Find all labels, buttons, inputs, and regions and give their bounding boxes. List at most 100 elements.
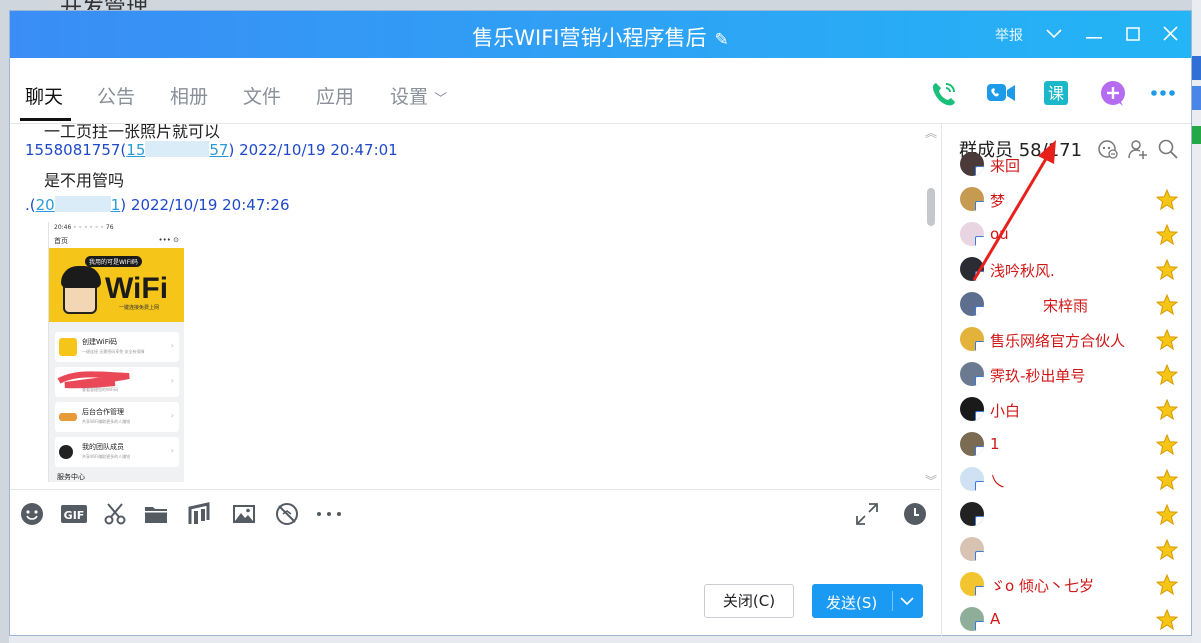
scroll-up-icon[interactable]: ︽ <box>925 124 937 141</box>
music-icon[interactable] <box>187 502 211 526</box>
member-item[interactable] <box>942 497 1193 532</box>
member-item[interactable]: A <box>942 602 1193 636</box>
video-call-icon[interactable] <box>986 80 1015 106</box>
avatar[interactable] <box>960 152 984 176</box>
avatar[interactable] <box>960 222 984 246</box>
close-button[interactable]: 关闭(C) <box>704 584 794 618</box>
sender-number-link[interactable]: 15 57 <box>126 141 228 159</box>
group-chat-window: 售乐WIFI营销小程序售后 ✎ 举报 聊天 公告 相册 文件 应用 设置 ﹀ 课 <box>9 10 1192 636</box>
screenshot-card: 后台合作管理 共享WiFi赚取更多的人赚钱 › <box>55 402 179 432</box>
tab-album[interactable]: 相册 <box>170 82 208 109</box>
member-name: 霁玖-秒出单号 <box>990 367 1086 385</box>
member-item[interactable]: 售乐网络官方合伙人 <box>942 322 1193 357</box>
expand-input-icon[interactable] <box>855 502 879 526</box>
minimize-icon[interactable] <box>1080 20 1108 48</box>
more-tools-icon[interactable] <box>315 502 343 526</box>
course-icon[interactable]: 课 <box>1043 80 1069 106</box>
avatar[interactable] <box>960 327 984 351</box>
member-item[interactable]: 梦 <box>942 182 1193 217</box>
chevron-down-icon: ﹀ <box>434 92 448 107</box>
title-bar: 售乐WIFI营销小程序售后 ✎ 举报 <box>10 11 1191 58</box>
avatar[interactable] <box>960 397 984 421</box>
folder-icon[interactable] <box>144 502 168 526</box>
scroll-down-icon[interactable]: ︾ <box>925 472 937 489</box>
chat-messages[interactable]: 一工页拄一张照片就可以 1558081757(15 57) 2022/10/19 … <box>10 124 940 489</box>
avatar[interactable] <box>960 537 984 561</box>
admin-star-icon <box>1155 223 1179 246</box>
avatar[interactable] <box>960 607 984 631</box>
member-item[interactable]: 浅吟秋风. <box>942 252 1193 287</box>
member-item[interactable]: ゞo 倾心丶七岁 <box>942 567 1193 602</box>
member-item[interactable]: 1 <box>942 427 1193 462</box>
emoji-icon[interactable] <box>20 502 44 526</box>
mobile-device-icon <box>975 446 984 456</box>
screenshot-card: 查看管理您的WiFi码 › <box>55 367 179 397</box>
add-app-icon[interactable] <box>1099 80 1125 106</box>
redacted-block <box>54 196 111 212</box>
message-timestamp: 2022/10/19 20:47:01 <box>239 141 398 159</box>
member-item[interactable] <box>942 532 1193 567</box>
chevron-down-icon[interactable] <box>1040 20 1068 48</box>
report-button[interactable]: 举报 <box>995 25 1023 45</box>
banner-tag: 我用的可是WIFI码 <box>85 256 142 267</box>
gif-icon[interactable]: GIF <box>60 502 88 526</box>
screenshot-statusbar: 20:46 ◦ ◦ ◦ ◦ ◦ ◦ 76 <box>49 222 184 234</box>
no-disturb-icon[interactable] <box>275 502 299 526</box>
tab-announcement[interactable]: 公告 <box>97 82 135 109</box>
avatar[interactable] <box>960 292 984 316</box>
history-clock-icon[interactable] <box>903 502 927 526</box>
admin-star-icon <box>1155 538 1179 561</box>
member-name: 售乐网络官方合伙人 <box>990 332 1126 350</box>
close-window-icon[interactable] <box>1156 20 1184 48</box>
tab-chat[interactable]: 聊天 <box>25 82 63 109</box>
member-item[interactable]: 来回 <box>942 147 1193 182</box>
member-item[interactable]: 宋梓雨 <box>942 287 1193 322</box>
avatar[interactable] <box>960 502 984 526</box>
member-item[interactable]: 霁玖-秒出单号 <box>942 357 1193 392</box>
mobile-device-icon <box>975 376 984 386</box>
avatar[interactable] <box>960 362 984 386</box>
chevron-right-icon: › <box>170 376 174 385</box>
chevron-down-icon[interactable] <box>900 590 914 610</box>
avatar[interactable] <box>960 187 984 211</box>
more-options-icon[interactable] <box>1149 80 1175 106</box>
send-button[interactable]: 发送(S) <box>812 584 923 618</box>
screenshot-scissors-icon[interactable] <box>103 502 127 526</box>
message-header: 1558081757(15 57) 2022/10/19 20:47:01 <box>25 141 398 159</box>
member-item[interactable]: ou <box>942 217 1193 252</box>
mobile-device-icon <box>975 166 984 176</box>
maximize-icon[interactable] <box>1119 20 1147 48</box>
tab-files[interactable]: 文件 <box>243 82 281 109</box>
voice-call-icon[interactable] <box>930 80 956 106</box>
send-button-label: 发送(S) <box>826 594 878 612</box>
screenshot-banner: 我用的可是WIFI码 WiFi 一键连接免费上网 <box>49 248 184 322</box>
chat-scrollbar[interactable] <box>927 188 935 226</box>
mobile-device-icon <box>975 201 984 211</box>
sender-number-link[interactable]: 20 1 <box>36 196 120 214</box>
member-list[interactable]: 来回梦 ou 浅吟秋风. 宋梓雨售乐网络官方合伙人 霁玖-秒出单号小白 1 乀ゞo 倾心丶七… <box>942 124 1193 636</box>
member-item[interactable]: 乀 <box>942 462 1193 497</box>
member-panel: 群成员 58/171 来回梦 ou 浅吟秋风. 宋梓雨 售乐网络官方合伙人 霁玖-秒出单号… <box>941 124 1193 636</box>
avatar[interactable] <box>960 257 984 281</box>
avatar[interactable] <box>960 432 984 456</box>
cartoon-person-illustration <box>61 266 101 314</box>
tab-apps[interactable]: 应用 <box>316 82 354 109</box>
mobile-device-icon <box>975 341 984 351</box>
avatar[interactable] <box>960 572 984 596</box>
avatar[interactable] <box>960 467 984 491</box>
shared-screenshot-image[interactable]: 20:46 ◦ ◦ ◦ ◦ ◦ ◦ 76 首页 ••• ⊙ 我用的可是WIFI码… <box>48 222 184 482</box>
svg-text:课: 课 <box>1048 84 1064 103</box>
message-input[interactable]: 关闭(C) 发送(S) <box>10 539 940 636</box>
image-icon[interactable] <box>232 502 256 526</box>
member-name: 梦 <box>990 192 1006 210</box>
admin-star-icon <box>1155 363 1179 386</box>
member-name: 1 <box>990 435 1000 453</box>
mobile-device-icon <box>975 551 984 561</box>
svg-text:GIF: GIF <box>64 509 85 522</box>
member-item[interactable]: 小白 <box>942 392 1193 427</box>
admin-star-icon <box>1155 573 1179 596</box>
tab-settings[interactable]: 设置 ﹀ <box>390 82 447 109</box>
edit-pencil-icon[interactable]: ✎ <box>714 30 728 50</box>
member-name: 乀 <box>990 472 1006 490</box>
background-window-edge <box>1192 0 1201 643</box>
